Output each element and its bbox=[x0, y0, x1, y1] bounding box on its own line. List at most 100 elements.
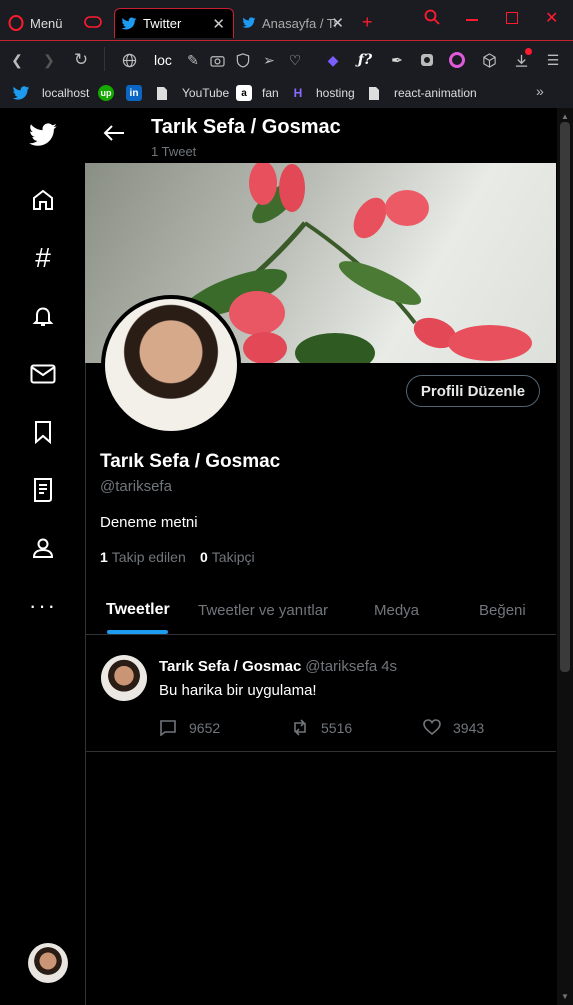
lists-icon[interactable] bbox=[28, 475, 58, 505]
close-window-icon[interactable]: ✕ bbox=[545, 8, 558, 28]
tweet-avatar[interactable] bbox=[101, 655, 147, 701]
reply-count: 9652 bbox=[189, 719, 221, 736]
bookmark-icon[interactable] bbox=[28, 417, 58, 447]
forward-icon[interactable]: ❯ bbox=[40, 51, 58, 69]
edit-icon[interactable]: ✎ bbox=[184, 51, 202, 69]
browser-toolbar: ❮ ❯ ↻ loc ✎ ➢ ♡ ◆ ƒ? ✒ ☰ bbox=[0, 40, 573, 79]
header-name: Tarık Sefa / Gosmac bbox=[151, 116, 341, 138]
home-icon[interactable] bbox=[28, 185, 58, 215]
profile-avatar[interactable] bbox=[101, 295, 241, 435]
toolbar-divider bbox=[104, 47, 105, 71]
tweet-time[interactable]: 4s bbox=[381, 658, 397, 675]
heart-icon[interactable]: ♡ bbox=[286, 51, 304, 69]
bookmark-fan[interactable]: a fan bbox=[236, 84, 279, 102]
amazon-icon: a bbox=[236, 85, 252, 101]
back-arrow-icon[interactable] bbox=[103, 124, 125, 147]
bookmark-label: localhost bbox=[42, 86, 90, 100]
close-tab-icon[interactable]: ✕ bbox=[331, 14, 344, 32]
retweet-count: 5516 bbox=[321, 719, 353, 736]
active-tab-indicator bbox=[107, 630, 168, 634]
opera-menu-button[interactable]: Menü bbox=[0, 8, 112, 38]
window-left-edge bbox=[0, 108, 14, 1005]
profile-handle: @tariksefa bbox=[100, 478, 172, 495]
extension-layers-icon[interactable]: ◆ bbox=[324, 51, 342, 69]
minimize-icon[interactable] bbox=[466, 19, 478, 21]
pen-icon[interactable]: ✒ bbox=[388, 51, 406, 69]
like-heart-icon bbox=[423, 719, 441, 736]
tab-twitter[interactable]: Twitter ✕ bbox=[114, 8, 234, 38]
edit-profile-button[interactable]: Profili Düzenle bbox=[406, 375, 540, 407]
formula-icon[interactable]: ƒ? bbox=[356, 51, 374, 69]
retweet-action[interactable]: 5516 bbox=[291, 719, 352, 736]
notifications-bell-icon[interactable] bbox=[28, 301, 58, 331]
scrollbar-thumb[interactable] bbox=[560, 122, 570, 672]
menu-label: Menü bbox=[30, 15, 63, 31]
like-action[interactable]: 3943 bbox=[423, 719, 484, 736]
cube-icon[interactable] bbox=[480, 51, 498, 69]
profile-header: Tarık Sefa / Gosmac 1 Tweet bbox=[85, 108, 556, 164]
tab-tweets[interactable]: Tweetler bbox=[106, 601, 170, 619]
easy-setup-icon[interactable]: ☰ bbox=[544, 51, 562, 69]
tab-media[interactable]: Medya bbox=[374, 602, 419, 619]
more-bookmarks-icon[interactable]: » bbox=[536, 83, 544, 99]
tweet-author-name[interactable]: Tarık Sefa / Gosmac bbox=[159, 658, 301, 675]
tweet-author-handle[interactable]: @tariksefa bbox=[305, 658, 377, 675]
account-avatar[interactable] bbox=[28, 943, 68, 983]
page-icon bbox=[157, 86, 167, 100]
linkedin-icon: in bbox=[126, 85, 142, 101]
following-count: 1 bbox=[100, 549, 108, 565]
bookmark-linkedin[interactable]: in bbox=[126, 84, 142, 102]
like-count: 3943 bbox=[453, 719, 485, 736]
new-tab-plus-icon[interactable]: + bbox=[362, 12, 373, 33]
hosting-icon: H bbox=[293, 86, 303, 100]
gamepad-icon[interactable] bbox=[84, 15, 102, 29]
profile-tabs: Tweetler Tweetler ve yanıtlar Medya Beğe… bbox=[85, 590, 556, 635]
maximize-icon[interactable] bbox=[506, 12, 518, 24]
sidebar-nav: # ··· bbox=[14, 108, 86, 1005]
close-tab-icon[interactable]: ✕ bbox=[212, 15, 225, 33]
messages-mail-icon[interactable] bbox=[28, 359, 58, 389]
following-link[interactable]: 1 Takip edilen bbox=[100, 549, 186, 565]
bookmark-localhost[interactable]: localhost bbox=[12, 84, 89, 102]
more-options-icon[interactable]: ··· bbox=[28, 591, 58, 621]
scrollbar[interactable]: ▲ ▼ bbox=[557, 108, 573, 1005]
extension-square-icon[interactable] bbox=[418, 51, 436, 69]
globe-icon[interactable] bbox=[120, 51, 138, 69]
search-tabs-icon[interactable] bbox=[424, 9, 440, 30]
shield-icon[interactable] bbox=[234, 51, 252, 69]
bookmark-label: react-animation bbox=[394, 86, 477, 100]
color-picker-icon[interactable] bbox=[448, 51, 466, 69]
header-tweet-count: 1 Tweet bbox=[151, 144, 197, 159]
twitter-bird-icon bbox=[12, 85, 30, 100]
explore-hashtag-icon[interactable]: # bbox=[28, 242, 58, 273]
tweet-item[interactable]: Tarık Sefa / Gosmac @tariksefa 4s Bu har… bbox=[85, 635, 556, 752]
bookmark-hosting[interactable]: H hosting bbox=[290, 84, 355, 102]
tab-tweets-and-replies[interactable]: Tweetler ve yanıtlar bbox=[198, 602, 328, 619]
bookmark-react-animation[interactable]: react-animation bbox=[368, 84, 477, 102]
bookmark-upwork[interactable]: up bbox=[98, 84, 114, 102]
send-icon[interactable]: ➢ bbox=[260, 51, 278, 69]
tab-title: Anasayfa / Tw bbox=[262, 15, 336, 31]
following-label: Takip edilen bbox=[111, 549, 186, 565]
download-icon[interactable] bbox=[512, 48, 532, 69]
twitter-bird-icon bbox=[121, 17, 137, 29]
followers-count: 0 bbox=[200, 549, 208, 565]
bookmark-youtube[interactable]: YouTube bbox=[156, 84, 229, 102]
twitter-logo-icon[interactable] bbox=[28, 120, 58, 150]
profile-person-icon[interactable] bbox=[28, 533, 58, 563]
reply-action[interactable]: 9652 bbox=[159, 719, 220, 736]
tab-anasayfa[interactable]: Anasayfa / Tw ✕ bbox=[236, 8, 352, 38]
tab-likes[interactable]: Beğeni bbox=[479, 602, 526, 619]
reload-icon[interactable]: ↻ bbox=[72, 50, 90, 69]
followers-label: Takipçi bbox=[211, 549, 255, 565]
camera-icon[interactable] bbox=[208, 51, 226, 69]
download-badge bbox=[525, 48, 532, 55]
browser-tab-bar: Menü Twitter ✕ Anasayfa / Tw ✕ + ✕ bbox=[0, 0, 573, 40]
address-bar[interactable]: loc bbox=[154, 52, 172, 68]
followers-link[interactable]: 0 Takipçi bbox=[200, 549, 255, 565]
twitter-bird-icon bbox=[242, 17, 256, 28]
scroll-down-icon[interactable]: ▼ bbox=[561, 992, 569, 1001]
scroll-up-icon[interactable]: ▲ bbox=[561, 112, 569, 121]
back-icon[interactable]: ❮ bbox=[8, 51, 26, 69]
bookmark-label: YouTube bbox=[182, 86, 230, 100]
